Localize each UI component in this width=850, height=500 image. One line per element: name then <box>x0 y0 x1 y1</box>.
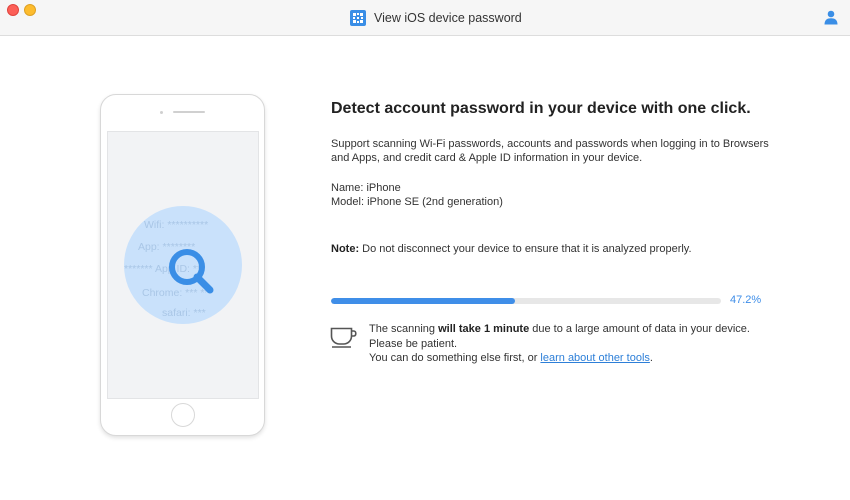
user-icon[interactable] <box>824 10 838 25</box>
magnifier-icon <box>169 249 214 294</box>
cup-icon <box>330 327 357 348</box>
phone-camera <box>160 111 163 114</box>
note: Note: Do not disconnect your device to e… <box>331 242 692 256</box>
tip-text: The scanning will take 1 minute due to a… <box>369 322 779 366</box>
credential-safari: safari: *** <box>162 307 206 319</box>
learn-other-tools-link[interactable]: learn about other tools <box>540 352 649 364</box>
tip-duration: will take 1 minute <box>438 323 530 335</box>
title-bar: View iOS device password <box>0 0 850 36</box>
tip-line2-pre: You can do something else first, or <box>369 352 538 364</box>
phone-speaker <box>173 111 205 113</box>
window-title-group: View iOS device password <box>350 10 522 26</box>
grid-app-icon <box>350 10 366 26</box>
device-name-value: iPhone <box>366 182 401 194</box>
window-title: View iOS device password <box>374 11 522 25</box>
device-info: Name: iPhone Model: iPhone SE (2nd gener… <box>331 181 503 209</box>
device-model-row: Model: iPhone SE (2nd generation) <box>331 195 503 209</box>
phone-home-button <box>171 403 195 427</box>
tip-line1-pre: The scanning <box>369 323 436 335</box>
page-heading: Detect account password in your device w… <box>331 100 751 117</box>
phone-illustration: Wifi: ********** App: ******** ******* A… <box>100 94 265 436</box>
phone-screen: Wifi: ********** App: ******** ******* A… <box>107 131 259 399</box>
device-name-label: Name: <box>331 182 364 194</box>
device-model-value: iPhone SE (2nd generation) <box>367 196 503 208</box>
note-text: Do not disconnect your device to ensure … <box>362 243 692 255</box>
scan-description: Support scanning Wi-Fi passwords, accoun… <box>331 138 769 164</box>
tip-line-2: You can do something else first, or lear… <box>369 351 779 366</box>
scan-circle: Wifi: ********** App: ******** ******* A… <box>124 206 242 324</box>
device-model-label: Model: <box>331 196 365 208</box>
close-icon[interactable] <box>7 4 19 16</box>
progress-percentage: 47.2% <box>730 294 762 306</box>
tip-line2-post: . <box>649 352 653 364</box>
progress-bar-fill <box>331 298 516 304</box>
progress-bar <box>331 298 721 304</box>
tip-line-1: The scanning will take 1 minute due to a… <box>369 322 779 351</box>
note-label: Note: <box>331 243 360 255</box>
device-name-row: Name: iPhone <box>331 181 503 195</box>
credential-wifi: Wifi: ********** <box>144 219 209 231</box>
minimize-icon[interactable] <box>24 4 36 16</box>
